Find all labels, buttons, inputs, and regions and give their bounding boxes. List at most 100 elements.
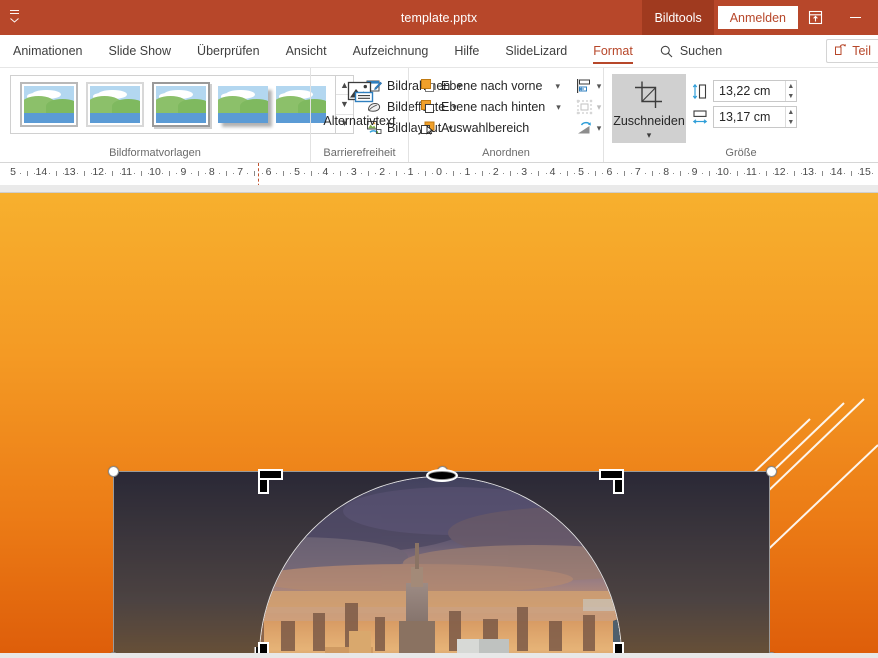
ruler-tick — [389, 173, 391, 174]
ruler-tick — [758, 173, 760, 174]
tab-slide-show[interactable]: Slide Show — [96, 35, 185, 67]
search-box[interactable]: Suchen — [646, 35, 732, 67]
gallery-item-style-2[interactable] — [86, 82, 144, 127]
ruler-tick — [538, 171, 540, 176]
search-label: Suchen — [679, 44, 723, 58]
shape-width-stepper[interactable]: ▲▼ — [713, 106, 797, 128]
ruler-tick — [289, 173, 291, 174]
shape-height-stepper[interactable]: ▲▼ — [713, 80, 797, 102]
ruler-tick — [84, 171, 85, 176]
ruler-tick — [630, 173, 632, 174]
slide-editing-area[interactable] — [0, 193, 878, 658]
tab-hilfe[interactable]: Hilfe — [441, 35, 492, 67]
shape-height-input[interactable] — [714, 81, 785, 101]
ruler-tick — [872, 173, 874, 174]
ruler-tick — [744, 173, 746, 174]
picture-object[interactable] — [113, 471, 770, 653]
size-group-label: Größe — [725, 147, 757, 159]
ruler-label: 0 — [436, 166, 442, 178]
picture-styles-gallery[interactable]: ▲ ▼ ▾ — [10, 75, 354, 134]
ruler-tick — [133, 173, 135, 174]
chevron-down-icon[interactable]: ▾ — [555, 81, 560, 92]
group-objects-button[interactable]: ▾ — [572, 97, 605, 117]
spin-up-icon[interactable]: ▲ — [786, 107, 796, 117]
ruler-tick — [602, 173, 604, 174]
ruler-tick — [822, 171, 824, 176]
ruler-tick — [481, 171, 483, 176]
ruler-tick — [843, 173, 845, 174]
ruler-tick — [417, 173, 419, 174]
shape-width-input[interactable] — [714, 107, 785, 127]
ruler-label: 10 — [149, 166, 161, 178]
gallery-item-style-3[interactable] — [152, 82, 210, 127]
shape-height-row: ▲▼ — [692, 80, 797, 102]
ruler-tick — [680, 171, 682, 176]
horizontal-ruler[interactable]: 5 14 13 12 11 10 9 8 7 6 5 4 3 2 1 0 1 2 3 4 5 6 7 8 9 10 11 12 13 14… — [0, 163, 878, 193]
ruler-tick — [595, 171, 597, 176]
send-backward-button[interactable]: Ebene nach hinten ▾ — [415, 97, 565, 117]
ruler-label: 5 — [578, 166, 584, 178]
ruler-tick — [396, 171, 398, 176]
rotate-objects-button[interactable]: ▾ — [572, 118, 605, 138]
ruler-tick — [261, 173, 263, 174]
crop-button[interactable]: Zuschneiden ▾ — [612, 74, 686, 143]
ruler-label: 5 — [294, 166, 300, 178]
selection-pane-label: Auswahlbereich — [441, 121, 530, 135]
ruler-tick — [360, 173, 362, 174]
ruler-tick — [531, 173, 533, 174]
spin-up-icon[interactable]: ▲ — [786, 81, 796, 91]
ruler-tick — [162, 173, 164, 174]
ruler-tick — [318, 173, 320, 174]
ruler-tick — [573, 173, 575, 174]
share-button[interactable]: Teil — [826, 39, 878, 63]
ruler-tick — [169, 171, 171, 176]
ruler-tick — [197, 171, 199, 176]
selection-pane-button[interactable]: Auswahlbereich — [415, 118, 565, 138]
spin-down-icon[interactable]: ▼ — [786, 117, 796, 127]
ruler-tick — [226, 171, 227, 176]
customize-qat-icon[interactable] — [10, 10, 19, 25]
shape-width-spin-buttons[interactable]: ▲ ▼ — [784, 107, 796, 127]
share-label: Teil — [852, 44, 871, 58]
chevron-down-icon[interactable]: ▾ — [597, 123, 602, 134]
slide-canvas[interactable] — [0, 193, 878, 653]
powerpoint-window: template.pptx Bildtools Anmelden Animati… — [0, 0, 878, 658]
ruler-tick — [446, 173, 448, 174]
tab-animationen[interactable]: Animationen — [0, 35, 96, 67]
share-icon — [834, 43, 847, 59]
chevron-down-icon[interactable]: ▾ — [556, 102, 561, 113]
ruler-tick — [403, 173, 405, 174]
ruler-tick — [559, 173, 561, 174]
shape-height-spin-buttons[interactable]: ▲ ▼ — [784, 81, 796, 101]
minimize-button[interactable] — [832, 0, 878, 35]
ribbon-display-options-icon[interactable] — [798, 0, 832, 35]
bring-forward-button[interactable]: Ebene nach vorne ▾ — [415, 76, 565, 96]
spin-down-icon[interactable]: ▼ — [786, 91, 796, 101]
ruler-tick — [765, 171, 767, 176]
alt-text-button[interactable]: Alternativtext — [323, 74, 397, 128]
picture-styles-gallery-items — [11, 76, 335, 133]
crop-icon — [633, 79, 665, 111]
mouse-cursor-crop — [254, 647, 260, 653]
tab-format[interactable]: Format — [580, 35, 646, 67]
ruler-label: 6 — [606, 166, 613, 178]
chevron-down-icon[interactable]: ▾ — [597, 81, 602, 92]
tab-strip-right: Teil — [826, 35, 878, 67]
tab-aufzeichnung[interactable]: Aufzeichnung — [340, 35, 442, 67]
gallery-item-style-4[interactable] — [218, 86, 268, 123]
ruler-tick — [623, 171, 625, 176]
ruler-tick — [673, 173, 675, 174]
align-objects-button[interactable]: ▾ — [572, 76, 605, 96]
quick-access-toolbar[interactable] — [4, 0, 25, 35]
chevron-down-icon[interactable]: ▾ — [647, 131, 652, 140]
selection-pane-icon — [419, 120, 436, 137]
gallery-item-style-1[interactable] — [20, 82, 78, 127]
ruler-tick — [76, 173, 78, 174]
tab-ueberpruefen[interactable]: Überprüfen — [184, 35, 273, 67]
ruler-label: 1 — [407, 166, 414, 178]
tab-ansicht[interactable]: Ansicht — [273, 35, 340, 67]
ribbon-group-picture-styles: ▲ ▼ ▾ Bildrahmen ▾ Bildeffekte ▾ Bildlay… — [0, 68, 462, 162]
sign-in-button[interactable]: Anmelden — [717, 6, 798, 29]
ruler-tick — [339, 171, 341, 176]
tab-slidelizard[interactable]: SlideLizard — [492, 35, 580, 67]
